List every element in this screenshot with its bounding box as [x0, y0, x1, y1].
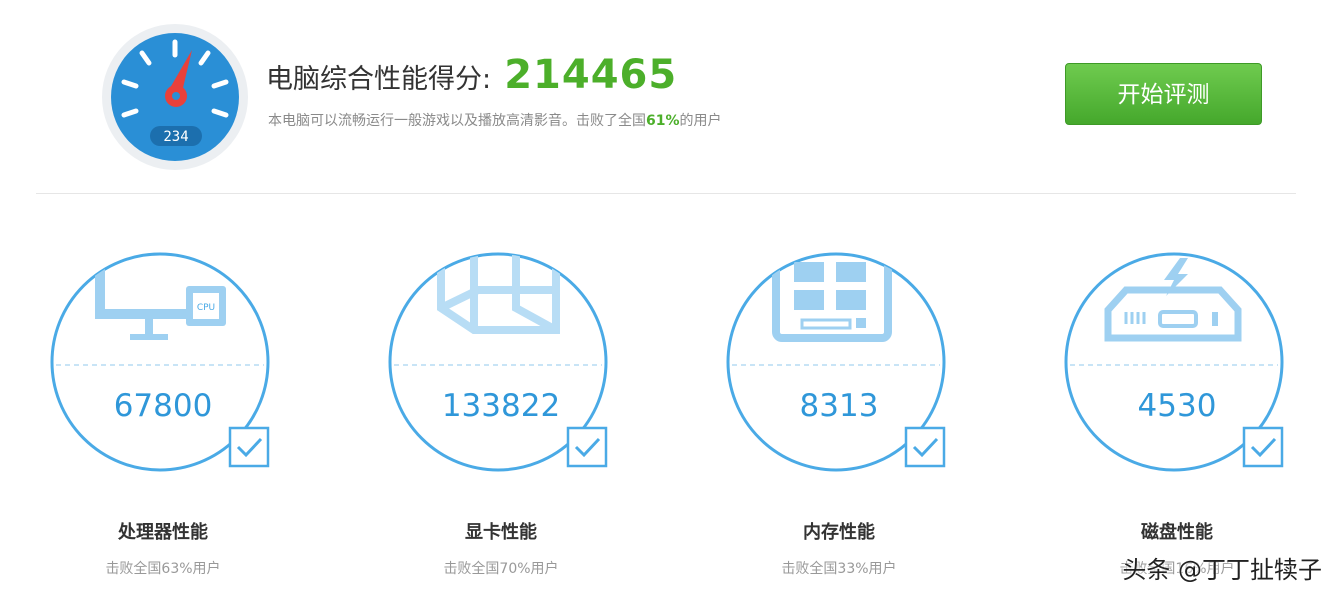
- start-benchmark-button[interactable]: 开始评测: [1065, 63, 1262, 125]
- gauge-readout: 234: [163, 129, 188, 145]
- score-summary: 本电脑可以流畅运行一般游戏以及播放高清影音。击败了全国61%的用户: [268, 110, 722, 130]
- divider: [36, 193, 1296, 194]
- checked-checkbox[interactable]: [228, 426, 270, 468]
- memory-rank-text: 击败全国33%用户: [781, 561, 897, 577]
- cpu-title: 处理器性能: [118, 522, 208, 543]
- cpu-performance-card: CPU 67800 处理器性能 击败全国63%用户: [48, 250, 288, 590]
- page-title: 电脑综合性能得分:: [266, 64, 492, 95]
- total-score: 214465: [504, 52, 678, 98]
- disk-title: 磁盘性能: [1141, 522, 1213, 543]
- memory-performance-card: 8313 内存性能 击败全国33%用户: [724, 250, 964, 590]
- gpu-score: 133822: [441, 388, 561, 424]
- watermark: 头条 @丁丁扯犊子: [1122, 556, 1322, 584]
- memory-title: 内存性能: [803, 522, 875, 543]
- performance-gauge-icon: 234: [102, 24, 248, 170]
- hard-disk-icon: [1104, 258, 1242, 342]
- checked-checkbox[interactable]: [904, 426, 946, 468]
- checked-checkbox[interactable]: [566, 426, 608, 468]
- disk-performance-card: 4530 磁盘性能 击败全国16%用户: [1062, 250, 1302, 590]
- gpu-rank-text: 击败全国70%用户: [443, 561, 559, 577]
- summary-text: 本电脑可以流畅运行一般游戏以及播放高清影音。击败了全国: [268, 113, 646, 129]
- summary-percent: 61%: [646, 113, 680, 129]
- summary-suffix: 的用户: [679, 113, 722, 129]
- checked-checkbox[interactable]: [1242, 426, 1284, 468]
- disk-score: 4530: [1137, 388, 1217, 424]
- cpu-chip-label: CPU: [197, 303, 215, 313]
- gpu-title: 显卡性能: [465, 522, 537, 543]
- memory-score: 8313: [799, 388, 879, 424]
- cpu-score: 67800: [113, 388, 213, 424]
- cpu-rank-text: 击败全国63%用户: [105, 561, 221, 577]
- title-row: 电脑综合性能得分: 214465: [266, 52, 677, 102]
- gpu-performance-card: 133822 显卡性能 击败全国70%用户: [386, 250, 626, 590]
